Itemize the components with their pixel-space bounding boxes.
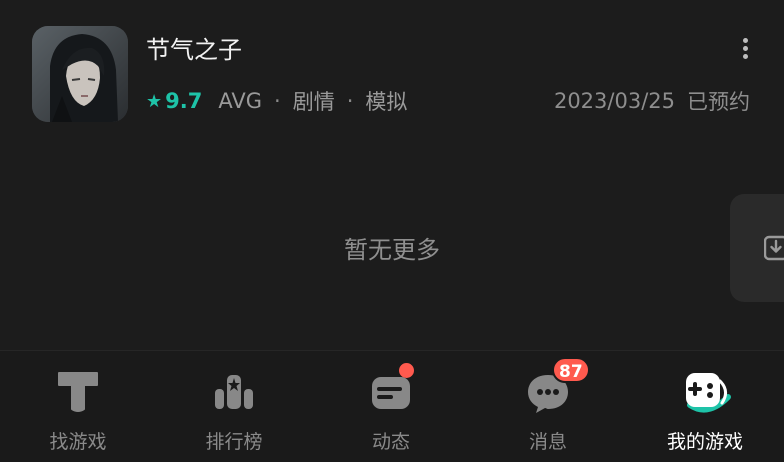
game-tag: 剧情 [292, 90, 335, 114]
leaderboard-icon [215, 375, 253, 409]
tab-label: 我的游戏 [666, 431, 743, 453]
game-cover-image[interactable] [32, 26, 128, 122]
tab-label: 消息 [528, 431, 567, 453]
tab-find-games[interactable]: 找游戏 [0, 351, 156, 462]
tab-label: 找游戏 [49, 431, 107, 453]
tab-my-games[interactable]: 我的游戏 [627, 351, 783, 462]
tab-label: 动态 [371, 431, 410, 453]
game-title[interactable]: 节气之子 [146, 34, 242, 66]
game-meta: ★ 9.7 AVG · 剧情 · 模拟 [146, 86, 407, 116]
bottom-tab-bar: 找游戏 排行榜 动态 87 消息 我的游戏 [0, 350, 784, 462]
release-date: 2023/03/25 [553, 89, 675, 113]
game-tag: 模拟 [365, 90, 408, 114]
download-icon [764, 235, 784, 261]
notification-dot [399, 363, 414, 378]
tab-messages[interactable]: 87 消息 [470, 351, 626, 462]
tab-leaderboard[interactable]: 排行榜 [156, 351, 312, 462]
game-tag: AVG [218, 89, 263, 113]
tab-label: 排行榜 [205, 431, 263, 453]
game-card[interactable]: 节气之子 ★ 9.7 AVG · 剧情 · 模拟 2023/03/25 已预约 [0, 0, 784, 140]
separator-dot: · [346, 89, 354, 113]
more-options-button[interactable] [730, 30, 760, 64]
my-games-icon [686, 373, 731, 413]
game-rating: 9.7 [165, 89, 203, 113]
floating-download-button[interactable] [730, 194, 784, 302]
unread-badge: 87 [552, 357, 590, 383]
empty-state-text: 暂无更多 [344, 236, 440, 264]
tab-feed[interactable]: 动态 [313, 351, 469, 462]
release-info: 2023/03/25 已预约 [554, 86, 750, 116]
separator-dot: · [274, 89, 281, 113]
star-icon: ★ [146, 90, 163, 112]
find-games-icon [58, 372, 98, 412]
reservation-status: 已预约 [687, 90, 750, 114]
